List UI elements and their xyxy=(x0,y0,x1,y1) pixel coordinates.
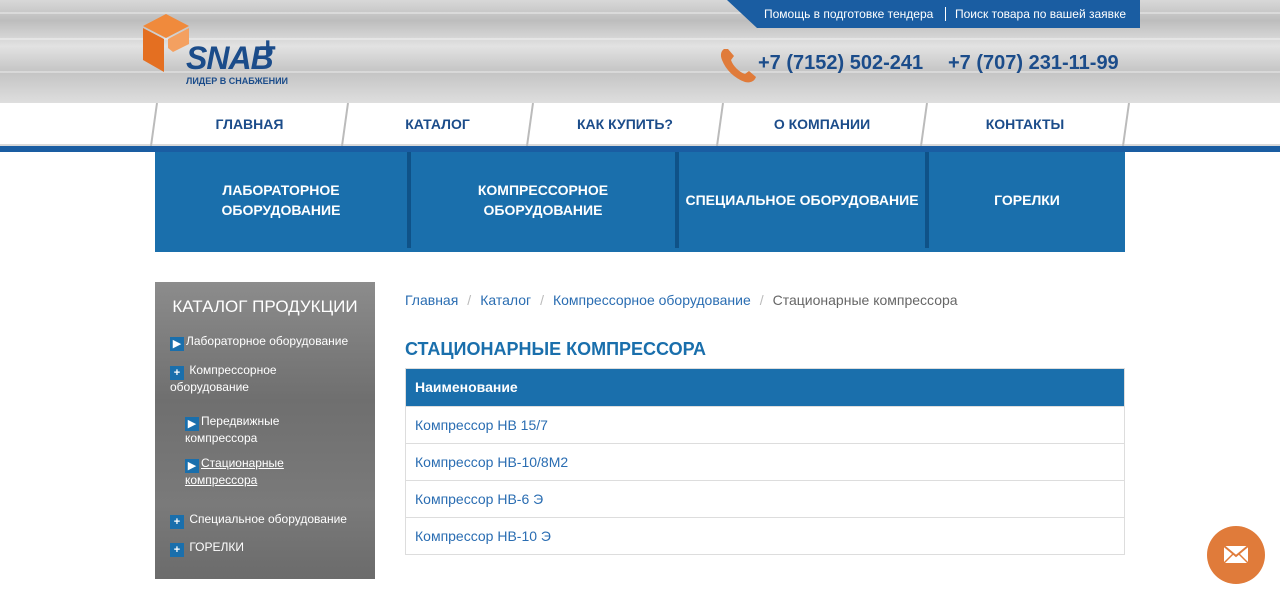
breadcrumb-separator: / xyxy=(540,292,544,308)
nav-divider xyxy=(920,103,928,146)
contact-mail-button[interactable] xyxy=(1207,526,1265,584)
product-table: Наименование Компрессор НВ 15/7 Компресс… xyxy=(405,368,1125,555)
table-row: Компрессор НВ-10/8М2 xyxy=(406,443,1124,480)
breadcrumb-current: Стационарные компрессора xyxy=(772,292,958,308)
phone-icon xyxy=(720,49,756,83)
breadcrumb-separator: / xyxy=(759,292,764,308)
sidebar-title: КАТАЛОГ ПРОДУКЦИИ xyxy=(172,297,358,316)
category-compressor-equipment[interactable]: КОМПРЕССОРНОЕ ОБОРУДОВАНИЕ xyxy=(411,152,675,248)
phone-number-2[interactable]: +7 (707) 231-11-99 xyxy=(948,52,1119,75)
nav-contacts[interactable]: КОНТАКТЫ xyxy=(928,103,1122,146)
arrow-right-icon: ▶ xyxy=(185,459,199,473)
category-label: ГОРЕЛКИ xyxy=(994,192,1060,208)
product-link[interactable]: Компрессор НВ-10/8М2 xyxy=(415,454,568,470)
product-link[interactable]: Компрессор НВ-6 Э xyxy=(415,491,543,507)
main-navigation: ГЛАВНАЯ КАТАЛОГ КАК КУПИТЬ? О КОМПАНИИ К… xyxy=(0,103,1280,146)
category-label: ЛАБОРАТОРНОЕ ОБОРУДОВАНИЕ xyxy=(221,182,341,218)
arrow-right-icon: ▶ xyxy=(185,417,199,431)
breadcrumb: Главная / Каталог / Компрессорное оборудован… xyxy=(405,292,958,308)
page-title: СТАЦИОНАРНЫЕ КОМПРЕССОРА xyxy=(405,339,707,359)
site-logo[interactable]: SNAB + ЛИДЕР В СНАБЖЕНИИ xyxy=(143,14,313,90)
tender-help-link[interactable]: Помощь в подготовке тендера xyxy=(764,7,933,21)
phone-number-1[interactable]: +7 (7152) 502-241 xyxy=(758,52,923,75)
breadcrumb-separator: / xyxy=(467,292,472,308)
plus-icon: + xyxy=(170,543,184,557)
category-label: СПЕЦИАЛЬНОЕ ОБОРУДОВАНИЕ xyxy=(685,192,919,208)
table-header-name: Наименование xyxy=(406,369,1124,406)
sidebar-item-burners[interactable]: + ГОРЕЛКИ xyxy=(170,540,244,557)
envelope-icon xyxy=(1223,545,1249,564)
category-burners[interactable]: ГОРЕЛКИ xyxy=(929,152,1125,248)
nav-divider xyxy=(341,103,349,146)
product-link[interactable]: Компрессор НВ-10 Э xyxy=(415,528,551,544)
sidebar-item-lab-equipment[interactable]: ▶ Лабораторное оборудование xyxy=(170,334,348,351)
plus-icon: + xyxy=(170,366,184,380)
logo-tagline: ЛИДЕР В СНАБЖЕНИИ xyxy=(186,76,289,86)
sidebar-item-stationary-compressors[interactable]: ▶ Стационарные компрессора xyxy=(185,456,355,487)
nav-divider xyxy=(526,103,534,146)
category-special-equipment[interactable]: СПЕЦИАЛЬНОЕ ОБОРУДОВАНИЕ xyxy=(679,152,925,248)
breadcrumb-home[interactable]: Главная xyxy=(405,292,458,308)
table-row: Компрессор НВ-6 Э xyxy=(406,480,1124,517)
nav-home[interactable]: ГЛАВНАЯ xyxy=(158,103,341,146)
table-row: Компрессор НВ 15/7 xyxy=(406,406,1124,443)
category-tiles: ЛАБОРАТОРНОЕ ОБОРУДОВАНИЕ КОМПРЕССОРНОЕ ОБ… xyxy=(155,152,1125,252)
top-links-divider xyxy=(945,7,946,21)
category-label: КОМПРЕССОРНОЕ ОБОРУДОВАНИЕ xyxy=(477,182,609,218)
product-search-link[interactable]: Поиск товара по вашей заявке xyxy=(955,7,1126,21)
table-row: Компрессор НВ-10 Э xyxy=(406,517,1124,554)
breadcrumb-compressor-equipment[interactable]: Компрессорное оборудование xyxy=(553,292,751,308)
nav-catalog[interactable]: КАТАЛОГ xyxy=(349,103,526,146)
category-lab-equipment[interactable]: ЛАБОРАТОРНОЕ ОБОРУДОВАНИЕ xyxy=(155,152,407,248)
nav-divider xyxy=(716,103,724,146)
nav-how-to-buy[interactable]: КАК КУПИТЬ? xyxy=(534,103,716,146)
breadcrumb-catalog[interactable]: Каталог xyxy=(480,292,531,308)
nav-divider xyxy=(150,103,158,146)
logo-plus: + xyxy=(259,32,277,65)
logo-box-icon xyxy=(143,14,189,72)
catalog-sidebar: КАТАЛОГ ПРОДУКЦИИ ▶ Лабораторное оборудов… xyxy=(155,282,375,579)
sidebar-item-mobile-compressors[interactable]: ▶ Передвижные компрессора xyxy=(185,414,355,445)
top-links-bar: Помощь в подготовке тендера Поиск товара… xyxy=(727,0,1140,28)
sidebar-item-special-equipment[interactable]: + Специальное оборудование xyxy=(170,512,347,529)
product-link[interactable]: Компрессор НВ 15/7 xyxy=(415,417,548,433)
arrow-right-icon: ▶ xyxy=(170,337,184,351)
sidebar-item-compressor-equipment[interactable]: + Компрессорное оборудование xyxy=(170,363,360,394)
nav-divider xyxy=(1122,103,1130,146)
plus-icon: + xyxy=(170,515,184,529)
site-header: SNAB + ЛИДЕР В СНАБЖЕНИИ Помощь в подгот… xyxy=(0,0,1280,103)
nav-about[interactable]: О КОМПАНИИ xyxy=(724,103,920,146)
